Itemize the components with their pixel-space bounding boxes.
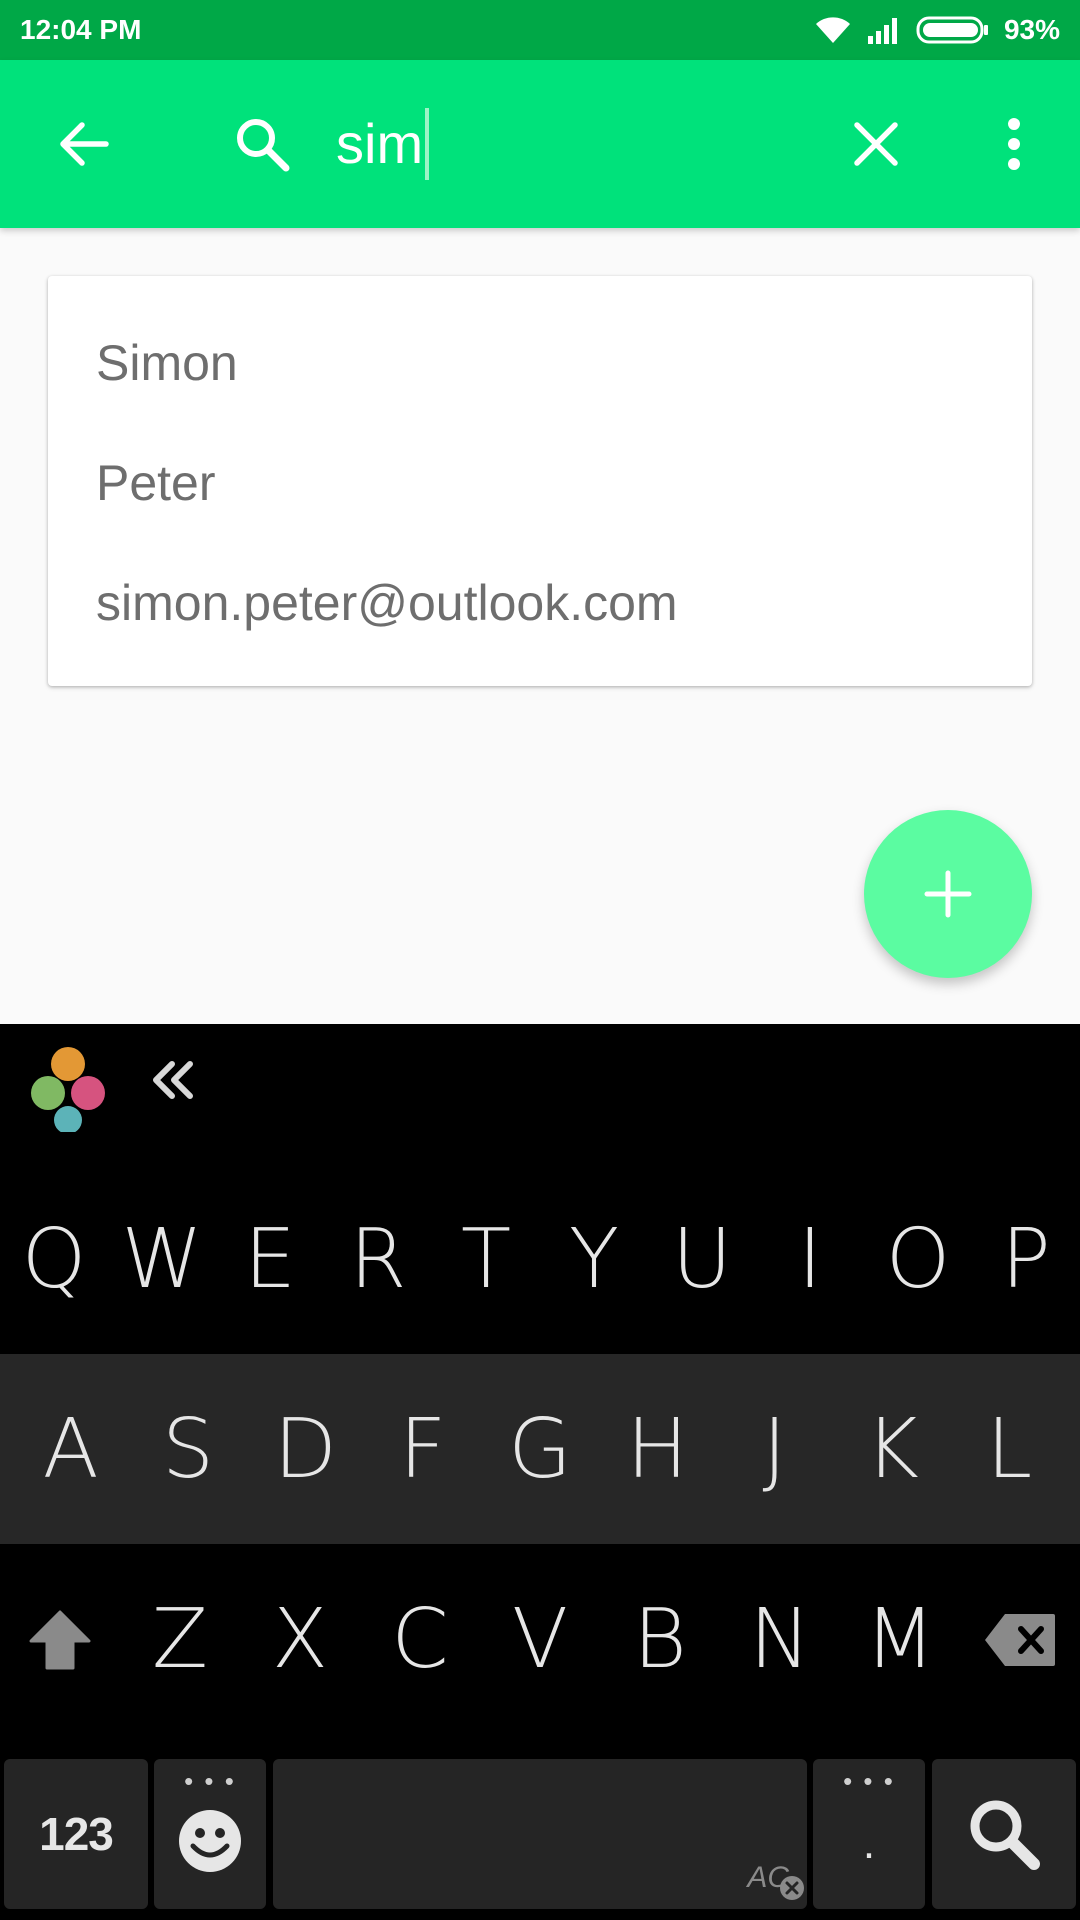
result-first-name: Simon xyxy=(96,335,238,391)
key-v[interactable]: V xyxy=(480,1544,600,1735)
key-a[interactable]: A xyxy=(12,1354,129,1544)
numbers-key[interactable]: 123 xyxy=(4,1759,148,1909)
arrow-left-icon xyxy=(60,122,109,166)
key-r[interactable]: R xyxy=(324,1164,432,1354)
keyboard-toolbar xyxy=(0,1024,1080,1134)
battery-icon xyxy=(916,16,988,44)
key-j[interactable]: J xyxy=(716,1354,833,1544)
key-z[interactable]: Z xyxy=(120,1544,240,1735)
key-c[interactable]: C xyxy=(360,1544,480,1735)
key-h[interactable]: H xyxy=(599,1354,716,1544)
key-s[interactable]: S xyxy=(129,1354,246,1544)
key-row-bottom: 123 • • • AC • • • . xyxy=(0,1735,1080,1920)
keyboard-logo-icon[interactable] xyxy=(20,1036,116,1132)
more-options-button[interactable] xyxy=(974,104,1054,184)
key-f[interactable]: F xyxy=(364,1354,481,1544)
search-query: sim xyxy=(336,112,424,175)
key-l[interactable]: L xyxy=(951,1354,1068,1544)
key-o[interactable]: O xyxy=(864,1164,972,1354)
wifi-icon xyxy=(815,17,850,43)
period-key[interactable]: • • • . xyxy=(813,1759,925,1909)
backspace-key[interactable] xyxy=(960,1544,1080,1735)
key-u[interactable]: U xyxy=(648,1164,756,1354)
key-e[interactable]: E xyxy=(216,1164,324,1354)
search-icon xyxy=(970,1800,1040,1870)
soft-keyboard: Q W E R T Y U I O P A S D F G H J K L Z … xyxy=(0,1024,1080,1920)
status-bar: 12:04 PM 93% xyxy=(0,0,1080,60)
key-row-2: A S D F G H J K L xyxy=(0,1354,1080,1544)
key-p[interactable]: P xyxy=(972,1164,1080,1354)
key-i[interactable]: I xyxy=(756,1164,864,1354)
status-time: 12:04 PM xyxy=(20,14,142,45)
signal-icon xyxy=(867,18,897,44)
close-icon xyxy=(854,122,898,166)
space-key[interactable]: AC xyxy=(273,1759,807,1909)
clear-search-button[interactable] xyxy=(836,104,916,184)
smiley-icon xyxy=(179,1810,241,1872)
shift-key[interactable] xyxy=(0,1544,120,1735)
small-close-icon xyxy=(780,1876,804,1900)
plus-icon xyxy=(924,870,972,918)
key-b[interactable]: B xyxy=(600,1544,720,1735)
status-icons: 93% xyxy=(814,14,1060,46)
more-vert-icon xyxy=(1008,118,1020,170)
key-n[interactable]: N xyxy=(720,1544,840,1735)
key-m[interactable]: M xyxy=(840,1544,960,1735)
key-row-3: Z X C V B N M xyxy=(0,1544,1080,1735)
search-result-card[interactable]: Simon Peter simon.peter@outlook.com xyxy=(48,276,1032,686)
key-w[interactable]: W xyxy=(108,1164,216,1354)
text-cursor xyxy=(425,108,430,180)
more-dots-indicator: • • • xyxy=(843,1766,895,1796)
key-g[interactable]: G xyxy=(481,1354,598,1544)
submit-search-key[interactable] xyxy=(932,1759,1076,1909)
key-k[interactable]: K xyxy=(833,1354,950,1544)
key-q[interactable]: Q xyxy=(0,1164,108,1354)
emoji-key[interactable]: • • • xyxy=(154,1759,266,1909)
period-label: . xyxy=(862,1819,876,1868)
battery-percent: 93% xyxy=(1003,14,1060,45)
result-last-name: Peter xyxy=(96,455,216,511)
key-y[interactable]: Y xyxy=(540,1164,648,1354)
key-d[interactable]: D xyxy=(247,1354,364,1544)
search-app-bar: sim xyxy=(0,60,1080,228)
collapse-chevrons-icon[interactable] xyxy=(150,1060,196,1100)
back-button[interactable] xyxy=(44,104,124,184)
add-contact-fab[interactable] xyxy=(864,810,1032,978)
more-dots-indicator: • • • xyxy=(184,1766,236,1796)
shift-arrow-icon xyxy=(29,1610,91,1669)
search-input[interactable]: sim xyxy=(336,108,430,180)
result-email: simon.peter@outlook.com xyxy=(96,575,678,631)
backspace-icon xyxy=(985,1613,1055,1666)
search-icon xyxy=(230,112,294,176)
key-row-1: Q W E R T Y U I O P xyxy=(0,1164,1080,1354)
key-x[interactable]: X xyxy=(240,1544,360,1735)
key-t[interactable]: T xyxy=(432,1164,540,1354)
